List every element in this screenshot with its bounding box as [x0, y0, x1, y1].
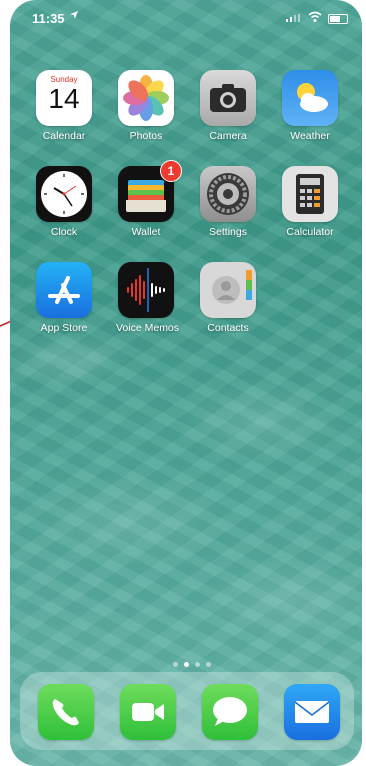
app-app-store[interactable]: App Store: [34, 262, 94, 334]
app-calculator[interactable]: Calculator: [280, 166, 340, 238]
app-clock[interactable]: Clock: [34, 166, 94, 238]
notification-badge: 1: [160, 160, 182, 182]
calculator-icon: [282, 166, 338, 222]
app-photos[interactable]: Photos: [116, 70, 176, 142]
dock-facetime[interactable]: [118, 684, 178, 740]
facetime-icon: [120, 684, 176, 740]
dock-mail[interactable]: [282, 684, 342, 740]
app-wallet[interactable]: 1 Wallet: [116, 160, 182, 238]
app-voice-memos[interactable]: Voice Memos: [116, 262, 180, 334]
status-bar: 11:35: [10, 0, 362, 30]
page-dot-current: [184, 662, 189, 667]
home-screen: 11:35 Sunday 14 Calendar Photos Camera W…: [10, 0, 362, 766]
clock-icon: [36, 166, 92, 222]
weather-icon: [282, 70, 338, 126]
photos-icon: [118, 70, 174, 126]
app-label: Camera: [209, 130, 247, 142]
mail-icon: [284, 684, 340, 740]
app-camera[interactable]: Camera: [198, 70, 258, 142]
app-label: Calendar: [42, 130, 86, 142]
screenshot-frame: 11:35 Sunday 14 Calendar Photos Camera W…: [0, 0, 366, 766]
battery-icon: [328, 14, 348, 24]
app-label: Clock: [50, 226, 78, 238]
calendar-icon: Sunday 14: [36, 70, 92, 126]
app-label: Contacts: [207, 322, 249, 334]
app-label: App Store: [40, 322, 88, 334]
app-contacts[interactable]: Contacts: [198, 262, 258, 334]
contacts-icon: [200, 262, 256, 318]
messages-icon: [202, 684, 258, 740]
app-settings[interactable]: Settings: [198, 166, 258, 238]
dock-phone[interactable]: [36, 684, 96, 740]
wifi-icon: [308, 11, 322, 22]
app-label: Settings: [209, 226, 247, 238]
settings-gear-icon: [200, 166, 256, 222]
cellular-signal-icon: [286, 14, 300, 22]
page-dot: [195, 662, 200, 667]
app-calendar[interactable]: Sunday 14 Calendar: [34, 70, 94, 142]
page-dot: [206, 662, 211, 667]
app-store-icon: [36, 262, 92, 318]
location-arrow-icon: [70, 11, 78, 19]
page-dot: [173, 662, 178, 667]
dock-messages[interactable]: [200, 684, 260, 740]
app-label: Photos: [129, 130, 163, 142]
app-label: Voice Memos: [116, 322, 180, 334]
status-time: 11:35: [32, 11, 65, 26]
voice-memos-icon: [118, 262, 174, 318]
app-label: Wallet: [131, 226, 161, 238]
app-label: Weather: [290, 130, 330, 142]
phone-icon: [38, 684, 94, 740]
page-indicator[interactable]: [170, 654, 214, 672]
camera-icon: [200, 70, 256, 126]
app-label: Calculator: [286, 226, 334, 238]
dock: [20, 672, 354, 750]
app-weather[interactable]: Weather: [280, 70, 340, 142]
calendar-day-number: 14: [48, 83, 80, 114]
